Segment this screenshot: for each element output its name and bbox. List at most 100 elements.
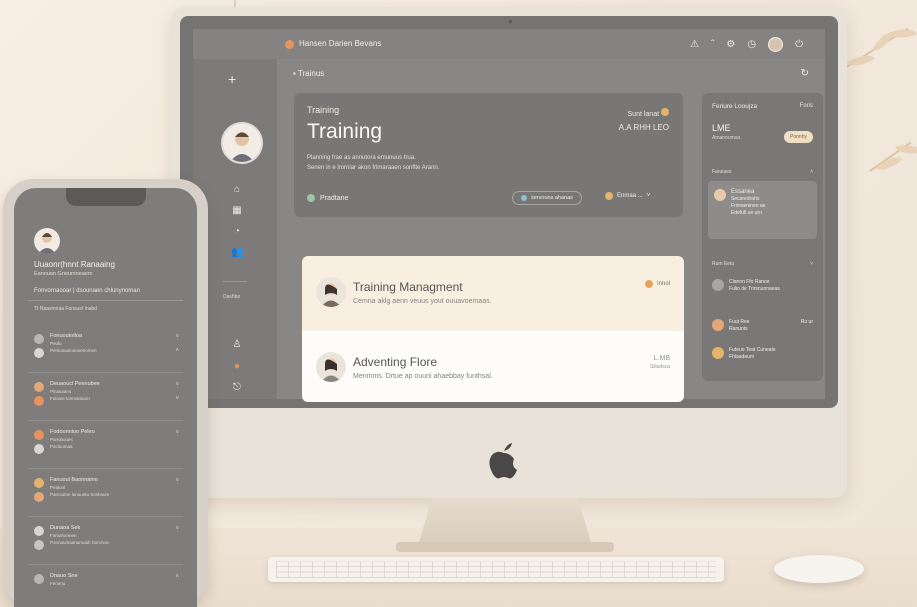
hero-pill-label: servouns ahanas [531,195,573,201]
item-icon [34,348,44,358]
breadcrumb: ▪ Trainus [293,69,325,78]
profile-avatar[interactable] [221,122,263,164]
hero-footer-right[interactable]: Enmaa ... ˅ [605,192,650,200]
alert-icon[interactable]: ⚠ [690,39,699,51]
pill-dot-icon [521,195,527,201]
training-management-card[interactable]: Training Managment Cemna aklg aenn veuus… [302,256,684,331]
list-item[interactable]: Fonuoutotloa Peulu Pentunaoloaonenomen ˅… [28,333,183,369]
phone-tabs[interactable]: Fonvornaooar | dsounaen chlunynoman [34,288,140,294]
hero-footer-left[interactable]: Pradtane [307,194,348,202]
hero-pill-button[interactable]: servouns ahanas [512,191,582,205]
gold-dot-icon [605,192,613,200]
app-logo-icon[interactable] [285,40,294,49]
chart-icon[interactable]: ◔ [231,226,243,238]
profile-line: Frimseninen ae [731,203,766,209]
panel-header-right[interactable]: Foris [800,103,813,109]
row-right: Ru ur [800,319,813,325]
list-divider [28,564,183,565]
add-icon[interactable]: + [228,71,236,87]
item-title: Fonuoutotloa [50,333,83,339]
chevron-down-icon[interactable]: ˅ [175,396,179,402]
panel-label: Faruiaes [712,169,732,175]
card-right-value: L.MB [653,355,670,362]
item-icon [34,526,44,536]
refresh-icon[interactable]: ↻ [801,68,809,79]
item-sub: Pacluumaa [50,444,73,449]
item-title: Fanuoul Baonnaino [50,477,98,483]
hero-desc-2: Senen in e lrorniar akon frlmaraaen sonf… [307,165,440,171]
list-item[interactable]: Deuaoucl Peenubee Pinasaanu Fulanie tonm… [28,381,183,417]
list-item[interactable]: Fanuoul Baonnaino Pealunl Pamoutne lanuu… [28,477,183,513]
chevron-up-icon[interactable]: ˆ [711,39,714,51]
chevron-down-icon[interactable]: ˅ [175,382,179,388]
list-divider [28,516,183,517]
item-sub: Pealunl [50,485,66,490]
avatar[interactable] [768,37,784,52]
card-subtitle: Cemna aklg aenn veuus yout ouuavoemaas. [353,298,492,305]
training-hero-card: Training Training Planning frae as annut… [294,93,683,217]
phone-subtitle: Eanouan Gneumneaem [34,271,93,277]
chevron-down-icon: ˅ [646,193,651,199]
card-right-sub: Siliudsca [649,364,670,370]
list-item[interactable]: Dnauo Sne Fenenu ˄ [28,573,183,607]
power-icon[interactable]: ⏻ [795,39,803,51]
phone-divider [28,300,183,301]
hero-desc-1: Planning frae as annutora emunuus trua. [307,155,416,161]
item-title: Dunaoa Sek [50,525,81,531]
panel-profile-card[interactable]: Essanea Secaredrahs Frimseninen ae Edefu… [708,181,817,239]
right-panel: Feriure Looujza Foris LME Amanoumsa Ponn… [702,93,823,381]
row-sub: Fhlaadauni [729,354,754,360]
home-icon[interactable]: ⌂ [231,184,243,196]
chevron-down-icon[interactable]: ˅ [175,526,179,532]
list-divider [28,372,183,373]
panel-row[interactable]: Clanon Ffo Ranoe Fulio de Trirsnunnaeas [712,279,813,293]
panel-value-sub: Amanoumsa [712,135,741,141]
phone-filter[interactable]: Tt Naasmnaa Fonsuel Inabd [34,306,97,312]
users-icon[interactable]: 👥 [231,247,243,259]
card-badge[interactable]: Innol [644,280,670,288]
item-sub: Fulanie tonmanaom [50,396,90,401]
row-avatar [712,279,724,291]
status-dot-icon [661,108,669,116]
item-icon [34,334,44,344]
chevron-down-icon[interactable]: ˅ [175,334,179,340]
calendar-icon[interactable]: ▦ [231,205,243,217]
user-icon[interactable]: ♙ [231,339,243,351]
item-sub: Peulu [50,341,62,346]
panel-row[interactable]: Futeuo Teat Cuneate Fhlaadauni [712,347,813,361]
keyboard [268,557,724,582]
hero-value: A.A RHH LEO [618,123,669,132]
row-sub: Ranunts [729,326,748,332]
list-item[interactable]: Fodounniuo Peleo Panoboues Pacluumaa ˅ [28,429,183,465]
chevron-up-icon[interactable]: ˄ [175,574,179,580]
settings-icon[interactable]: ⚙ [726,39,735,51]
chevron-down-icon[interactable]: ˅ [175,430,179,436]
monitor-stand [418,498,592,546]
clock-icon[interactable]: ◷ [747,39,756,51]
item-icon [34,444,44,454]
hero-top-right-label: Sunt lanat [627,111,660,118]
hero-footer-label: Pradtane [320,194,349,202]
notification-icon[interactable]: ● [231,361,243,373]
panel-row[interactable]: Fuut Ree Ranunts Ru ur [712,319,813,333]
row-avatar [712,319,724,331]
row-title: Fuut Ree [729,319,750,325]
panel-button[interactable]: Ponnhy [784,131,813,143]
advertising-card[interactable]: Adventing Flore Menmms. Drtue ap ouuni a… [302,331,684,402]
camera [509,20,512,23]
list-item[interactable]: Dunaoa Sek Famanunnen Ponnaumaanamoah So… [28,525,183,561]
phone-avatar[interactable] [34,228,60,254]
item-sub: Pamoutne lanuuntu Soshaum [50,492,110,497]
item-title: Fodounniuo Peleo [50,429,95,435]
apple-logo-icon [489,443,517,479]
chevron-up-icon[interactable]: ˄ [810,169,813,175]
chevron-down-icon[interactable]: ˅ [810,261,813,267]
item-icon [34,478,44,488]
chevron-down-icon[interactable]: ˅ [175,478,179,484]
hero-footer-right-label: Enmaa ... [617,193,643,199]
panel-value: LME [712,123,731,133]
chevron-up-icon[interactable]: ˄ [175,348,179,354]
item-icon [34,492,44,502]
logout-icon[interactable]: ⎋ [231,382,243,394]
hero-top-right: Sunt lanat [628,108,669,118]
